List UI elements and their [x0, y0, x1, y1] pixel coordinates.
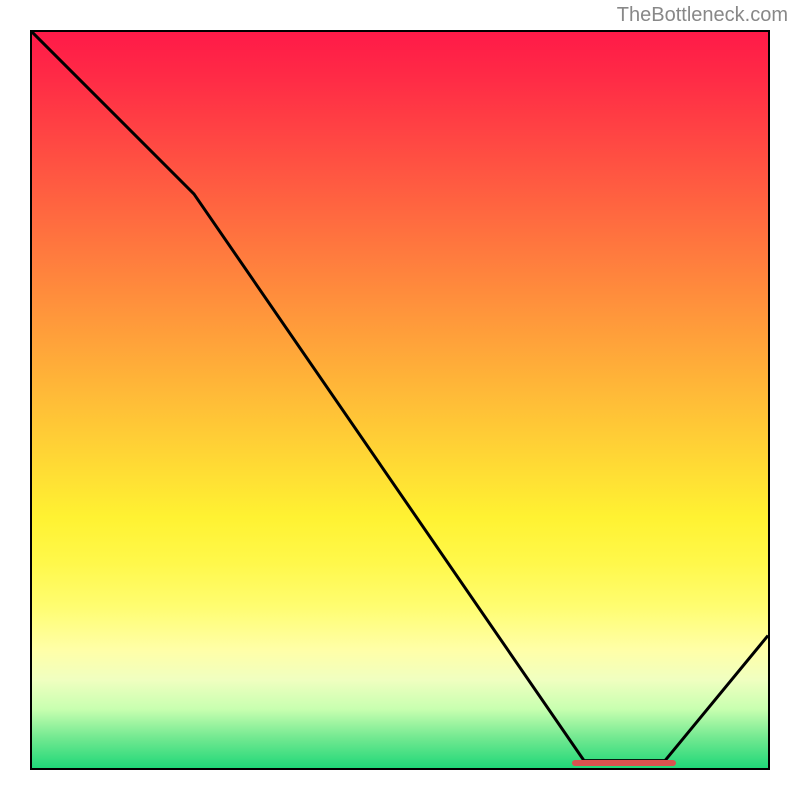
curve-svg [32, 32, 768, 768]
chart-area [30, 30, 770, 770]
optimal-range-marker [572, 760, 676, 766]
attribution-text: TheBottleneck.com [617, 4, 788, 27]
bottleneck-curve [32, 32, 768, 761]
